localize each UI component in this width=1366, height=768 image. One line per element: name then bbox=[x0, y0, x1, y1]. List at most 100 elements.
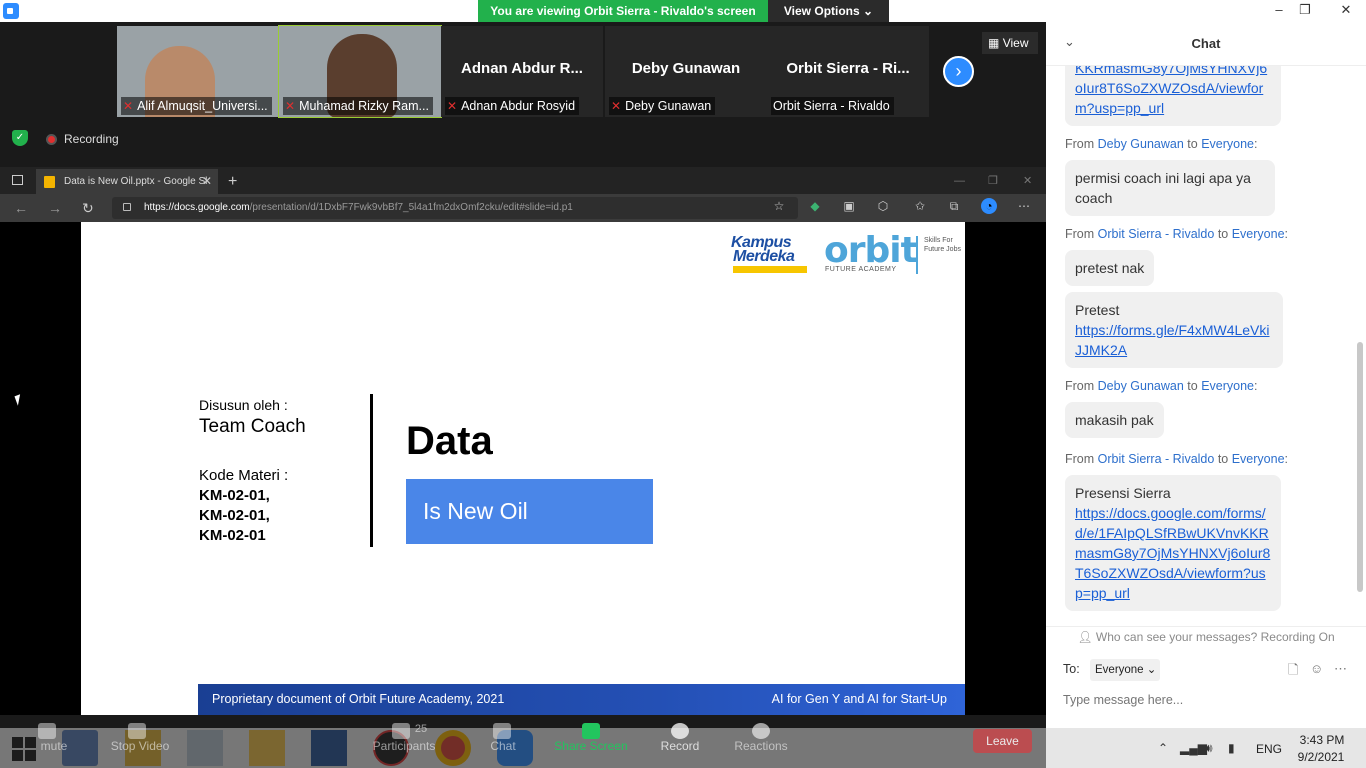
recording-label: Recording bbox=[64, 132, 119, 146]
network-icon[interactable]: ▂▄▆ bbox=[1180, 741, 1207, 755]
stop-video-button[interactable]: Stop Video bbox=[107, 739, 173, 753]
view-options-button[interactable]: View Options ⌄ bbox=[768, 0, 889, 22]
share-screen-button[interactable]: Share Screen bbox=[551, 739, 631, 753]
chat-bubble: permisi coach ini lagi apa ya coach bbox=[1065, 160, 1275, 216]
participant-tile[interactable]: ✕ Alif Almuqsit_Universi... bbox=[117, 26, 279, 117]
file-icon[interactable]: 🗋︎ bbox=[1288, 661, 1298, 683]
recipient-label: To: bbox=[1063, 662, 1080, 676]
back-arrow-icon[interactable]: ← bbox=[14, 194, 28, 222]
author-label: Disusun oleh : bbox=[199, 397, 288, 413]
participants-button[interactable]: Participants bbox=[366, 739, 442, 753]
chat-bubble: Pretest https://forms.gle/F4xMW4LeVkiJJM… bbox=[1065, 292, 1283, 368]
clock-time[interactable]: 3:43 PM bbox=[1297, 733, 1347, 747]
slide-divider bbox=[370, 394, 373, 547]
participant-tile[interactable]: Deby Gunawan ✕ Deby Gunawan bbox=[605, 26, 767, 117]
chat-button[interactable]: Chat bbox=[486, 739, 520, 753]
material-code-value: KM-02-01 bbox=[199, 527, 266, 544]
zoom-title-bar: You are viewing Orbit Sierra - Rivaldo's… bbox=[0, 0, 1366, 22]
chat-link[interactable]: KKRmasmG8y7OjMsYHNXVj6oIur8T6SoZXWZOsdA/… bbox=[1075, 66, 1267, 116]
tray-overflow-icon[interactable]: ⌃ bbox=[1158, 741, 1168, 755]
viewing-banner: You are viewing Orbit Sierra - Rivaldo's… bbox=[478, 0, 768, 22]
chat-message-input[interactable] bbox=[1063, 689, 1353, 711]
participant-tile[interactable]: Adnan Abdur R... ✕ Adnan Abdur Rosyid bbox=[441, 26, 603, 117]
material-code-value: KM-02-01, bbox=[199, 507, 270, 524]
orbit-logo: orbit FUTURE ACADEMY bbox=[824, 230, 918, 273]
participants-count: 25 bbox=[414, 723, 428, 735]
profile-icon[interactable]: ◔ bbox=[981, 198, 997, 214]
more-menu-icon[interactable]: ⋯ bbox=[1016, 198, 1032, 214]
participant-tile[interactable]: Orbit Sierra - Ri... Orbit Sierra - Riva… bbox=[767, 26, 929, 117]
restore-icon[interactable]: ❐ bbox=[1290, 0, 1320, 22]
browser-tab[interactable]: Data is New Oil.pptx - Google Sl bbox=[36, 169, 218, 194]
share-screen-icon bbox=[582, 723, 600, 739]
orbit-tagline: Skills For Future Jobs bbox=[924, 237, 961, 253]
clock-date[interactable]: 9/2/2021 bbox=[1293, 750, 1349, 764]
kampus-merdeka-logo: Kampus Merdeka bbox=[731, 234, 809, 274]
more-options-icon[interactable]: ⋯ bbox=[1334, 661, 1347, 677]
volume-icon[interactable]: 🔊︎ bbox=[1205, 741, 1213, 756]
favorites-icon[interactable]: ✩ bbox=[912, 198, 928, 214]
chat-link[interactable]: https://docs.google.com/forms/d/e/1FAIpQ… bbox=[1075, 505, 1270, 601]
author-name: Team Coach bbox=[199, 416, 306, 437]
next-page-arrow-icon[interactable]: › bbox=[943, 56, 974, 87]
chat-scrollbar-thumb[interactable] bbox=[1357, 342, 1363, 592]
language-indicator[interactable]: ENG bbox=[1256, 742, 1282, 756]
chat-message-meta: From Orbit Sierra - Rivaldo to Everyone: bbox=[1065, 227, 1289, 241]
browser-close-icon[interactable]: ✕ bbox=[1023, 169, 1032, 194]
participant-name-label: ✕ Muhamad Rizky Ram... bbox=[283, 97, 433, 115]
person-icon: 👤︎ bbox=[1077, 630, 1093, 644]
chat-link[interactable]: https://forms.gle/F4xMW4LeVkiJJMK2A bbox=[1075, 322, 1270, 358]
mic-muted-icon: ✕ bbox=[611, 99, 622, 113]
participant-name-label: ✕ Deby Gunawan bbox=[609, 97, 716, 115]
participant-tile-active-speaker[interactable]: ✕ Muhamad Rizky Ram... bbox=[278, 25, 442, 118]
footer-right-text: AI for Gen Y and AI for Start-Up bbox=[771, 692, 947, 706]
chat-header: ⌄ Chat bbox=[1046, 22, 1366, 66]
participant-display-name: Deby Gunawan bbox=[631, 60, 741, 77]
chat-message-meta: From Deby Gunawan to Everyone: bbox=[1065, 379, 1258, 393]
close-icon[interactable]: ✕ bbox=[1326, 0, 1366, 22]
mic-muted-icon: ✕ bbox=[123, 99, 134, 113]
presentation-slide: Kampus Merdeka orbit FUTURE ACADEMY Skil… bbox=[81, 222, 965, 715]
slide-footer: Proprietary document of Orbit Future Aca… bbox=[198, 684, 965, 715]
favorite-star-icon[interactable]: ☆ bbox=[771, 198, 787, 214]
participant-display-name: Adnan Abdur R... bbox=[461, 60, 583, 77]
browser-minimize-icon[interactable]: — bbox=[954, 169, 965, 194]
emoji-icon[interactable]: ☺ bbox=[1310, 661, 1323, 676]
chat-bubble: makasih pak bbox=[1065, 402, 1164, 438]
tab-actions-icon[interactable] bbox=[12, 175, 23, 185]
chat-bubble: KKRmasmG8y7OjMsYHNXVj6oIur8T6SoZXWZOsdA/… bbox=[1065, 66, 1281, 126]
extensions-puzzle-icon[interactable]: ⬡ bbox=[875, 198, 891, 214]
tab-close-icon[interactable]: ✕ bbox=[202, 169, 212, 194]
forward-arrow-icon[interactable]: → bbox=[48, 194, 62, 222]
chat-bubble-icon bbox=[493, 723, 511, 739]
extension-icon[interactable]: ◆ bbox=[807, 198, 823, 214]
chat-bubble: Presensi Sierra https://docs.google.com/… bbox=[1065, 475, 1281, 611]
chat-privacy-note[interactable]: 👤︎ Who can see your messages? Recording … bbox=[1046, 626, 1366, 646]
microphone-muted-icon bbox=[38, 723, 56, 739]
slide-title: Data bbox=[406, 419, 493, 463]
mute-button[interactable]: mute bbox=[34, 739, 74, 753]
chat-panel: ⌄ Chat KKRmasmG8y7OjMsYHNXVj6oIur8T6SoZX… bbox=[1046, 22, 1366, 728]
leave-meeting-button[interactable]: Leave bbox=[973, 729, 1032, 753]
recipient-select[interactable]: Everyone ⌄ bbox=[1090, 659, 1160, 681]
new-tab-icon[interactable]: + bbox=[228, 169, 237, 194]
chat-message-list[interactable]: KKRmasmG8y7OjMsYHNXVj6oIur8T6SoZXWZOsdA/… bbox=[1046, 66, 1354, 626]
participant-display-name: Orbit Sierra - Ri... bbox=[786, 60, 910, 77]
browser-restore-icon[interactable]: ❐ bbox=[988, 169, 998, 194]
record-button[interactable]: Record bbox=[656, 739, 704, 753]
extension-icon[interactable]: ▣ bbox=[841, 198, 857, 214]
refresh-icon[interactable]: ↻ bbox=[82, 194, 94, 222]
recording-dot-icon bbox=[46, 134, 57, 145]
reactions-button[interactable]: Reactions bbox=[730, 739, 792, 753]
browser-tab-bar: Data is New Oil.pptx - Google Sl ✕ + — ❐… bbox=[0, 167, 1046, 194]
view-layout-button[interactable]: ▦ View bbox=[982, 32, 1038, 54]
chat-message-meta: From Deby Gunawan to Everyone: bbox=[1065, 137, 1258, 151]
collections-icon[interactable]: ⧉ bbox=[946, 198, 962, 214]
chat-message-meta: From Orbit Sierra - Rivaldo to Everyone: bbox=[1065, 452, 1289, 466]
participant-name-label: ✕ Alif Almuqsit_Universi... bbox=[121, 97, 272, 115]
battery-icon[interactable]: ▮ bbox=[1228, 741, 1235, 755]
grid-icon: ▦ bbox=[988, 36, 1000, 50]
url-field[interactable]: https://docs.google.com/presentation/d/1… bbox=[112, 197, 798, 219]
chevron-down-icon: ⌄ bbox=[1146, 664, 1157, 676]
security-shield-icon[interactable]: ✓ bbox=[12, 130, 28, 146]
